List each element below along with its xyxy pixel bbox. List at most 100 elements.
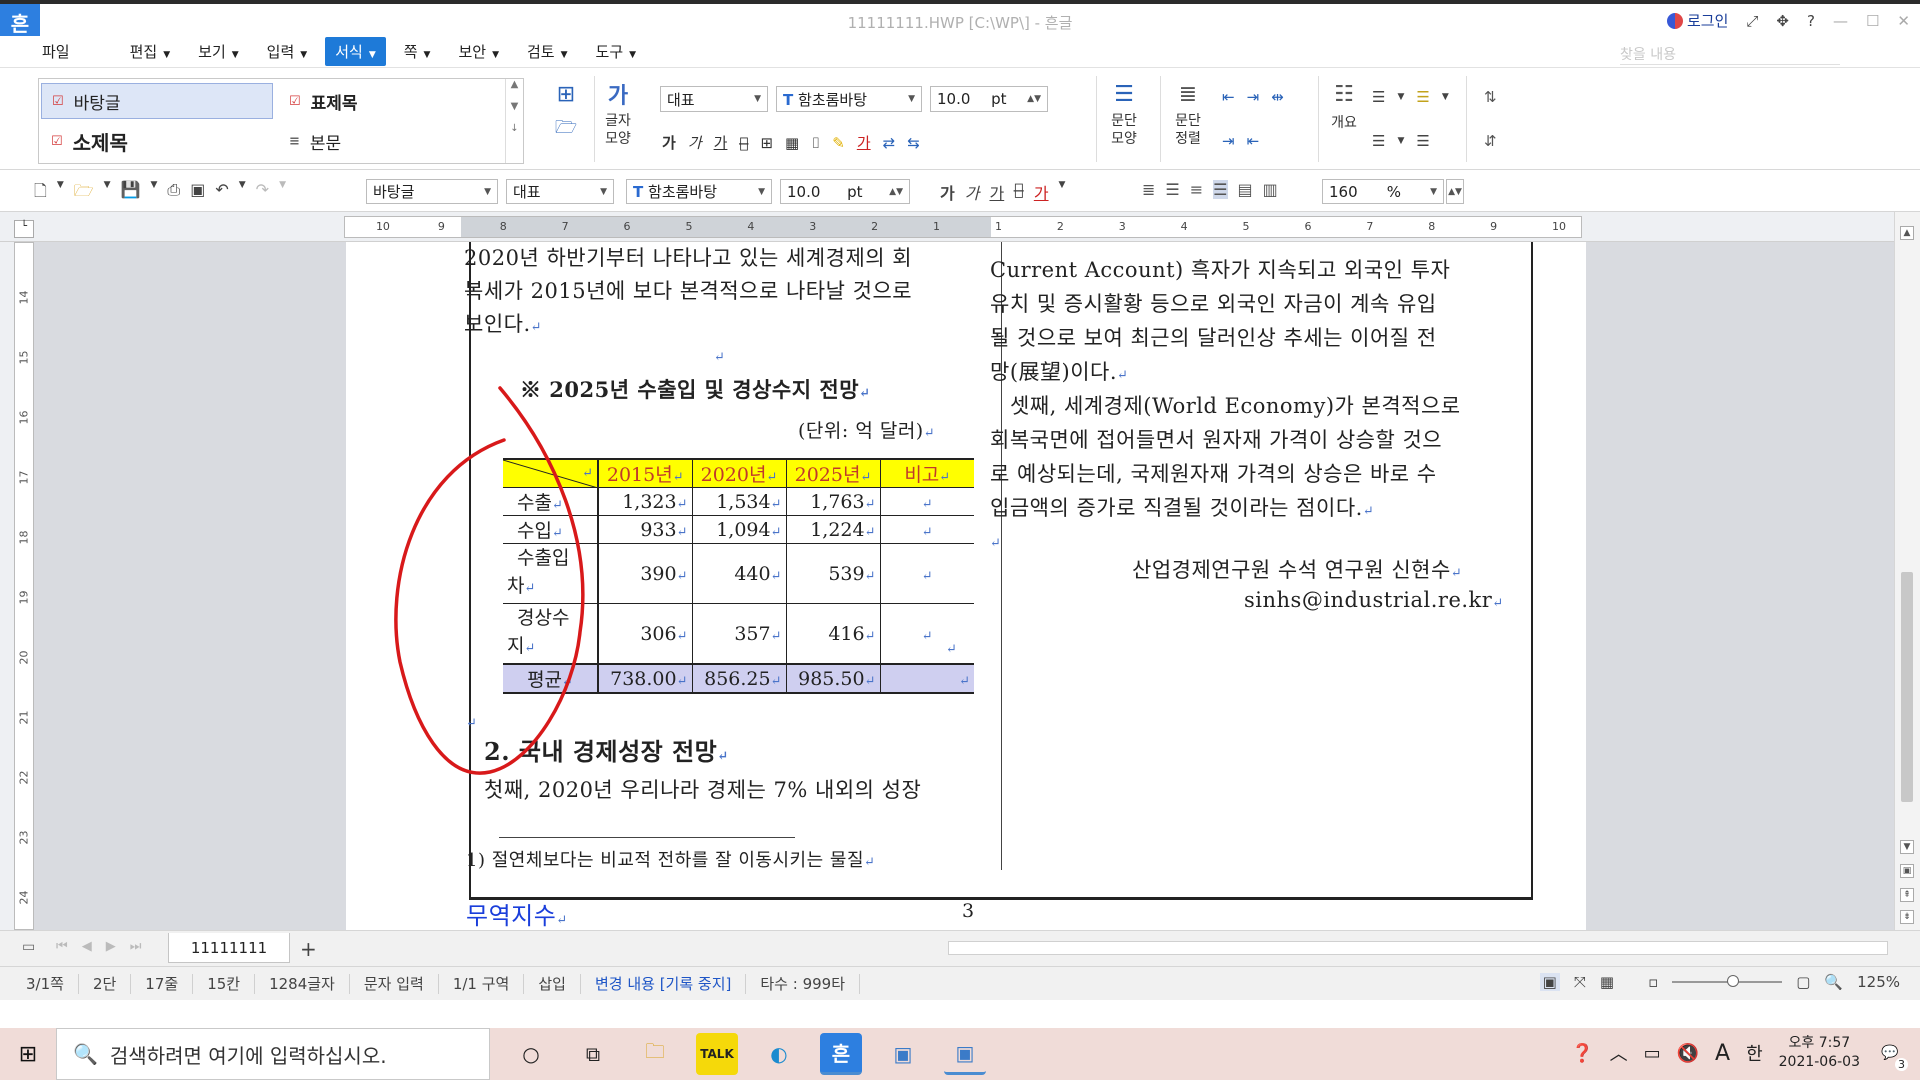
move-icon[interactable]: ✥	[1776, 12, 1789, 30]
chevron-down-icon[interactable]: ▼	[239, 180, 246, 207]
save-icon[interactable]: 💾	[121, 180, 141, 207]
hwp-app-icon[interactable]: 흔	[820, 1033, 862, 1075]
empty-paragraph[interactable]: ↵	[714, 342, 725, 366]
document-canvas[interactable]: 2020년 하반기부터 나타나고 있는 세계경제의 회 복세가 2015년에 보…	[34, 242, 1894, 930]
body-line[interactable]: 복세가 2015년에 보다 본격적으로 나타날 것으로	[464, 275, 912, 305]
format-icon[interactable]: ⌷	[811, 134, 820, 152]
align-split-icon[interactable]: ▥	[1263, 180, 1278, 199]
footer-term[interactable]: 무역지수↵	[466, 896, 568, 930]
body-line[interactable]: 유치 및 증시활황 등으로 외국인 자금이 계속 유입	[990, 288, 1437, 318]
horizontal-scrollbar[interactable]	[948, 941, 1888, 955]
tab-document[interactable]: 11111111	[168, 933, 290, 963]
body-line[interactable]: 망(展望)이다.↵	[990, 356, 1128, 386]
open-icon[interactable]: 🗁	[74, 180, 94, 207]
author-line[interactable]: 산업경제연구원 수석 연구원 신현수↵	[1132, 554, 1462, 584]
next-page-icon[interactable]: ⇟	[1900, 910, 1914, 924]
table-row-label[interactable]: 평균↵	[503, 663, 599, 694]
font-size-field[interactable]: 10.0 pt ▲▼	[930, 86, 1048, 112]
menu-review[interactable]: 검토 ▼	[517, 37, 578, 66]
email-line[interactable]: sinhs@industrial.re.kr↵	[1244, 588, 1504, 612]
help-icon[interactable]: ?	[1807, 12, 1815, 30]
table-row-label[interactable]: 수입↵	[503, 515, 599, 544]
chevron-down-icon[interactable]: ▼	[1059, 180, 1066, 204]
body-line[interactable]: 입금액의 증가로 직결될 것이라는 점이다.↵	[990, 492, 1374, 522]
align-center-icon[interactable]: ≡	[1190, 180, 1203, 199]
table-cell[interactable]: 933↵	[598, 515, 693, 544]
chevron-down-icon[interactable]: ▼	[279, 180, 286, 207]
para-align-button[interactable]: ≣ 문단 정렬	[1170, 76, 1206, 148]
table-header-cell[interactable]: 2020년↵	[692, 458, 787, 488]
bold-icon[interactable]: 가	[662, 132, 676, 153]
print-icon[interactable]: ⎙	[167, 180, 180, 207]
style-item-batang[interactable]: ☑ 바탕글	[41, 83, 273, 119]
font-tray-icon[interactable]: A	[1715, 1041, 1730, 1066]
zoom-out-icon[interactable]: ▫	[1648, 973, 1658, 991]
menu-page[interactable]: 쪽 ▼	[394, 37, 441, 66]
unit-note[interactable]: (단위: 억 달러)↵	[798, 416, 935, 443]
table-cell[interactable]: ↵	[880, 543, 974, 604]
lang-select[interactable]: 대표 ▼	[660, 86, 768, 112]
preview-icon[interactable]: ▣	[190, 180, 205, 207]
align-left-icon[interactable]: ☰	[1165, 180, 1179, 199]
table-cell[interactable]: 306↵	[598, 603, 693, 665]
ruler-corner-icon[interactable]: └	[14, 220, 34, 238]
add-style-button[interactable]: ⊞ 🗁	[548, 76, 584, 148]
border-icon[interactable]: ⊞	[760, 134, 773, 152]
menu-tools[interactable]: 도구 ▼	[586, 37, 647, 66]
table-corner-cell[interactable]: ↵	[503, 458, 599, 488]
table-cell[interactable]: ↵	[880, 603, 974, 665]
table-cell[interactable]: 1,534↵	[692, 487, 787, 516]
scroll-up-icon[interactable]: ▲	[1900, 226, 1914, 240]
list-icon[interactable]: ☰	[1416, 132, 1429, 150]
section-heading[interactable]: 2. 국내 경제성장 전망↵	[484, 732, 729, 767]
style-select[interactable]: 바탕글 ▼	[366, 179, 498, 204]
prev-page-icon[interactable]: ⇞	[1900, 888, 1914, 902]
strike-icon[interactable]: 가̶	[739, 134, 748, 152]
undo-icon[interactable]: ↶	[215, 180, 228, 207]
font-select[interactable]: T 함초롬바탕 ▼	[776, 86, 922, 112]
body-line[interactable]: 보인다.↵	[464, 308, 542, 338]
underline-icon[interactable]: 가	[989, 180, 1004, 204]
font-select-toolbar[interactable]: T 함초롬바탕 ▼	[626, 179, 772, 204]
shade-icon[interactable]: ▦	[785, 134, 799, 152]
indent-left-icon[interactable]: ⇤	[1222, 88, 1235, 106]
increase-indent-icon[interactable]: ⇥	[1222, 132, 1235, 150]
body-line[interactable]: 2020년 하반기부터 나타나고 있는 세계경제의 회	[464, 242, 912, 272]
font-size-toolbar[interactable]: 10.0 pt ▲▼	[780, 179, 910, 204]
multi-level-icon[interactable]: ☰	[1372, 132, 1385, 150]
table-cell[interactable]: 985.50↵	[786, 663, 881, 694]
app-window-icon-2[interactable]: ▣	[944, 1033, 986, 1075]
scroll-thumb[interactable]	[1901, 572, 1913, 802]
table-cell[interactable]: ↵	[880, 663, 974, 694]
empty-paragraph[interactable]: ↵	[990, 528, 1001, 552]
decrease-indent-icon[interactable]: ⇤	[1247, 132, 1260, 150]
table-cell[interactable]: ↵	[880, 487, 974, 516]
sort-desc-button[interactable]: ⇵	[1484, 132, 1497, 150]
horizontal-ruler[interactable]: 10 9 8 7 6 5 4 3 2 1 1 2 3 4 5 6 7 8 9 10	[344, 216, 1582, 238]
body-line[interactable]: 회복국면에 접어들면서 원자재 가격이 상승할 것으	[990, 424, 1442, 454]
last-tab-icon[interactable]: ⏭	[130, 939, 142, 954]
table-cell[interactable]: 738.00↵	[598, 663, 693, 694]
view-normal-icon[interactable]: ▣	[1539, 973, 1560, 991]
zoom-level[interactable]: 125%	[1857, 973, 1900, 991]
bullet-list-icon[interactable]: ☰	[1372, 88, 1385, 106]
chevron-down-icon[interactable]: ▼	[104, 180, 111, 207]
table-cell[interactable]: 539↵	[786, 543, 881, 604]
outline-button[interactable]: ☷ 개요	[1326, 76, 1362, 132]
status-page[interactable]: 3/1쪽	[0, 973, 79, 994]
kakaotalk-icon[interactable]: TALK	[696, 1033, 738, 1075]
app-window-icon[interactable]: ▣	[882, 1033, 924, 1075]
sort-asc-button[interactable]: ⇅	[1484, 88, 1497, 106]
chevron-down-icon[interactable]: ▼	[150, 180, 157, 207]
style-item-subtitle[interactable]: ☑ 소제목	[41, 123, 273, 159]
bold-icon[interactable]: 가	[940, 180, 955, 204]
table-row-label[interactable]: 수출입 차↵	[503, 543, 599, 604]
windows-start-icon[interactable]: ⊞	[0, 1028, 56, 1080]
status-track-changes[interactable]: 변경 내용 [기록 중지]	[581, 973, 747, 994]
style-scrollbar[interactable]: ▲ ▼ ↓	[505, 79, 523, 163]
vertical-scrollbar[interactable]: ▲ ▼ ▣ ⇞ ⇟	[1894, 212, 1920, 930]
italic-icon[interactable]: 가	[688, 132, 702, 153]
font-color-icon[interactable]: 가	[1034, 180, 1049, 204]
task-view-icon[interactable]: ⧉	[572, 1033, 614, 1075]
table-cell[interactable]: ↵	[880, 515, 974, 544]
